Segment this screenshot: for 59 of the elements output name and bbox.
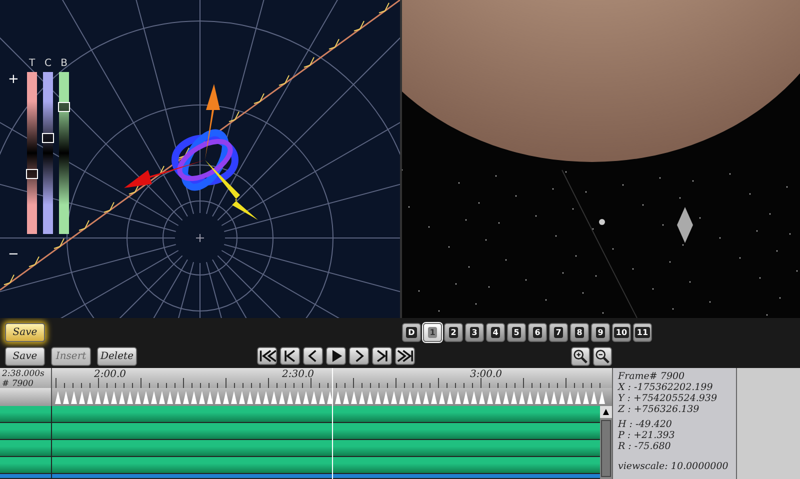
slider-track[interactable]	[43, 72, 53, 234]
camera-button[interactable]: 10	[612, 322, 631, 342]
ruler-label: 3:00.0	[470, 369, 502, 380]
next-key-button[interactable]	[372, 347, 392, 365]
slider-thumb[interactable]	[26, 169, 38, 180]
zoom-in-button[interactable]	[571, 346, 590, 366]
slider-track[interactable]	[27, 72, 37, 234]
zoom-out-button[interactable]	[593, 346, 612, 366]
camera-button[interactable]: 5	[507, 322, 526, 342]
frame-number: Frame# 7900	[618, 371, 686, 382]
coordinate-value: H : -49.420	[618, 419, 673, 430]
coordinate-value: Y : +754205524.939	[618, 393, 718, 404]
prev-button[interactable]	[303, 347, 323, 365]
zoom-out-icon	[595, 348, 610, 364]
edit-button[interactable]: Delete	[97, 346, 137, 366]
coordinate-value: R : -75.680	[618, 441, 672, 452]
camera-button[interactable]: 2	[444, 322, 463, 342]
timeline-track[interactable]	[0, 406, 600, 423]
camera-button[interactable]: 1	[423, 322, 442, 342]
arrow-icon	[396, 348, 414, 364]
slider-label: C	[44, 58, 52, 70]
camera-button[interactable]: 8	[570, 322, 589, 342]
play-button[interactable]	[326, 347, 346, 365]
coordinate-value: P : +21.393	[618, 430, 676, 441]
ruler-label: 2:00.0	[94, 369, 126, 380]
slider-track[interactable]	[59, 72, 69, 234]
last-button[interactable]	[395, 347, 415, 365]
camera-button[interactable]: 3	[465, 322, 484, 342]
slider-thumb[interactable]	[42, 132, 54, 143]
coordinate-value: Z : +756326.139	[618, 404, 700, 415]
next-button[interactable]	[349, 347, 369, 365]
slider-thumb[interactable]	[58, 102, 70, 112]
minus-label: −	[8, 247, 20, 262]
camera-button[interactable]: 6	[528, 322, 547, 342]
scrollbar-thumb[interactable]	[601, 420, 611, 477]
zoom-in-icon	[573, 348, 588, 364]
camera-button[interactable]: 4	[486, 322, 505, 342]
timeline-track[interactable]	[0, 440, 600, 457]
viewscale-value: viewscale: 10.0000000	[618, 461, 730, 472]
plus-label: +	[8, 72, 20, 87]
edit-button[interactable]: Save	[5, 346, 45, 366]
camera-button[interactable]: 11	[633, 322, 652, 342]
coordinate-value: X : -175362202.199	[618, 382, 714, 393]
camera-button[interactable]: 7	[549, 322, 568, 342]
ruler-label: 2:30.0	[282, 369, 314, 380]
camera-button[interactable]: 9	[591, 322, 610, 342]
arrow-icon	[258, 348, 276, 364]
camera-button[interactable]: D	[402, 322, 421, 342]
timeline-track[interactable]	[0, 474, 600, 479]
slider-label: T	[28, 58, 36, 70]
current-frame: # 7900	[2, 379, 51, 388]
first-button[interactable]	[257, 347, 277, 365]
current-time: 2:38.000s	[2, 369, 46, 379]
timeline-track[interactable]	[0, 423, 600, 440]
scroll-up-button[interactable]: ▲	[600, 406, 612, 418]
timeline-track[interactable]	[0, 457, 600, 474]
save-button[interactable]: Save	[5, 322, 45, 342]
prev-key-button[interactable]	[280, 347, 300, 365]
slider-label: B	[60, 58, 68, 70]
